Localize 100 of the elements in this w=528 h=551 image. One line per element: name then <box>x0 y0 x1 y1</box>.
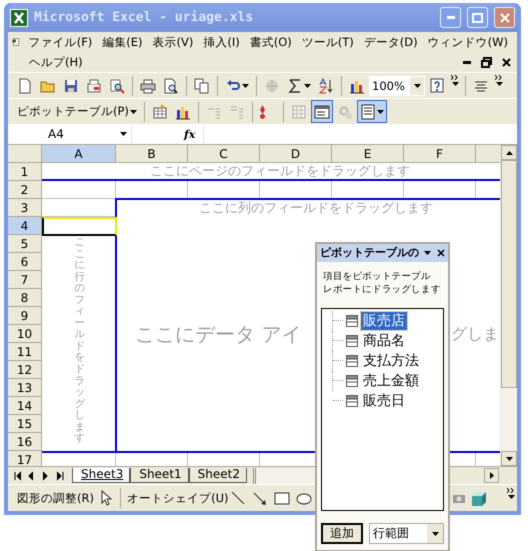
row-header[interactable]: 1 <box>8 163 42 181</box>
field-item[interactable]: 売上金額 <box>361 372 421 390</box>
close-button[interactable] <box>494 7 515 28</box>
dropdown-button[interactable] <box>427 524 443 543</box>
row-header[interactable]: 6 <box>8 253 42 271</box>
row-header[interactable]: 10 <box>8 325 42 343</box>
scroll-thumb[interactable] <box>501 160 517 388</box>
menu-button[interactable]: オートシェイプ(U) <box>124 486 228 510</box>
column-header[interactable]: C <box>188 145 260 163</box>
right-arrow-icon <box>490 472 494 479</box>
field-list-box[interactable]: 販売店 商品名 支払方法 売上金額 販売日 <box>321 308 444 511</box>
vertical-scrollbar[interactable] <box>500 145 517 466</box>
menu-button[interactable]: 図形の調整(R) <box>14 486 96 510</box>
row-header[interactable]: 8 <box>8 289 42 307</box>
minimize-button[interactable] <box>440 7 461 28</box>
caret-icon <box>376 110 384 114</box>
row-header[interactable]: 11 <box>8 343 42 361</box>
field-item[interactable]: 販売店 <box>361 312 407 330</box>
row-header[interactable]: 12 <box>8 361 42 379</box>
pane-title: ピボットテーブルの <box>320 245 419 260</box>
caret-icon <box>496 82 502 86</box>
field-icon <box>346 374 358 387</box>
drop-hint: ここに行のフィールドをドラッグします <box>74 237 85 445</box>
column-header[interactable]: B <box>116 145 188 163</box>
column-header[interactable]: E <box>332 145 404 163</box>
column-header[interactable]: F <box>404 145 476 163</box>
field-icon <box>346 394 358 407</box>
menu-item[interactable]: 書式(O) <box>244 34 297 50</box>
close-icon <box>500 12 510 22</box>
list-window-icon <box>314 104 330 120</box>
field-icon <box>346 334 358 347</box>
sheet-tab[interactable]: Sheet1 <box>130 468 189 482</box>
caret-icon <box>130 110 137 114</box>
left-arrow-icon <box>12 470 22 480</box>
row-header[interactable]: 14 <box>8 397 42 415</box>
field-icon <box>346 314 358 327</box>
add-button[interactable]: 追加 <box>321 523 363 544</box>
drop-hint: ここに列のフィールドをドラッグします <box>199 200 433 216</box>
instruction-text: 項目をピボットテーブル レポートにドラッグします <box>323 270 442 296</box>
arrow-icon <box>252 490 268 506</box>
area-dropdown[interactable]: 行範囲 <box>369 523 444 544</box>
scroll-right-button[interactable] <box>484 468 499 483</box>
sheet-tab[interactable]: Sheet3 <box>72 468 130 482</box>
caret-icon <box>304 84 311 88</box>
menu-item[interactable]: ヘルプ(H) <box>24 54 88 70</box>
menu-item[interactable]: ウィンドウ(W) <box>422 34 513 50</box>
field-item[interactable]: 支払方法 <box>361 352 421 370</box>
function-label[interactable]: fx <box>184 128 196 140</box>
close-icon[interactable] <box>502 58 511 66</box>
row-header[interactable]: 5 <box>8 235 42 253</box>
menu-item[interactable]: データ(D) <box>358 34 423 50</box>
globe-icon <box>264 78 280 94</box>
chevron-icon <box>507 488 515 492</box>
row-header[interactable]: 9 <box>8 307 42 325</box>
name-box[interactable]: A4 <box>8 124 132 144</box>
menu-button[interactable]: ピボットテーブル(P) <box>14 100 140 123</box>
task-pane-button[interactable] <box>356 100 387 123</box>
row-header[interactable]: 7 <box>8 271 42 289</box>
table-icon <box>152 104 168 120</box>
cube-icon <box>470 490 487 506</box>
row-header[interactable]: 13 <box>8 379 42 397</box>
scroll-up-button[interactable] <box>501 145 517 160</box>
row-header[interactable]: 15 <box>8 415 42 433</box>
sort-ascending-icon <box>318 78 334 94</box>
maximize-button[interactable] <box>467 7 488 28</box>
column-header[interactable]: A <box>42 145 116 163</box>
row-header[interactable]: 4 <box>8 217 42 235</box>
caret-icon <box>506 456 512 460</box>
menu-item[interactable]: 表示(V) <box>148 34 198 50</box>
pane-close-button[interactable] <box>436 246 445 259</box>
field-list-button[interactable] <box>310 100 333 123</box>
field-item[interactable]: 販売日 <box>361 392 407 410</box>
minimize-icon[interactable] <box>463 60 471 64</box>
minimize-icon <box>446 16 454 19</box>
horizontal-scrollbar[interactable] <box>252 468 317 484</box>
column-header[interactable]: D <box>260 145 332 163</box>
caret-icon <box>120 132 127 136</box>
document-list-icon <box>360 104 376 120</box>
row-header[interactable]: 3 <box>8 199 42 217</box>
copy-icon <box>194 78 210 94</box>
caret-icon <box>452 82 458 86</box>
row-header[interactable]: 2 <box>8 181 42 199</box>
left-arrow-icon <box>26 470 36 480</box>
zoom-combo[interactable]: 100% <box>369 76 425 96</box>
menu-item[interactable]: 挿入(I) <box>198 34 245 50</box>
menu-item[interactable]: ツール(T) <box>296 34 359 50</box>
row-header[interactable]: 17 <box>8 451 42 466</box>
menu-item[interactable]: 編集(E) <box>97 34 148 50</box>
active-cell[interactable] <box>42 217 117 236</box>
chevron-icon <box>451 75 459 80</box>
scroll-down-button[interactable] <box>501 451 517 466</box>
sheet-tab[interactable]: Sheet2 <box>188 468 247 482</box>
restore-icon[interactable] <box>481 56 492 68</box>
dropdown-button[interactable] <box>410 76 424 94</box>
maximize-icon <box>472 12 483 22</box>
row-header[interactable]: 16 <box>8 433 42 451</box>
right-arrow-icon <box>40 470 50 480</box>
field-item[interactable]: 商品名 <box>361 332 407 350</box>
menu-item[interactable]: ファイル(F) <box>24 34 98 50</box>
caret-icon <box>424 250 431 255</box>
